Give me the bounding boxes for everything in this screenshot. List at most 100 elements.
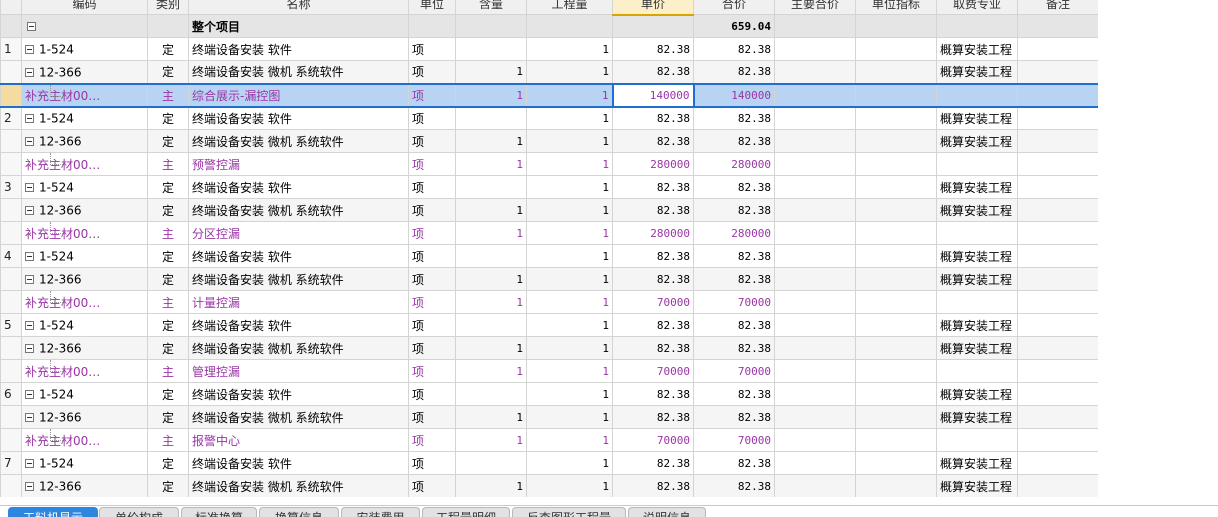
unit-cell[interactable]: 项 [408,451,456,475]
collapse-toggle-icon[interactable] [25,44,34,54]
unit-index-cell[interactable] [855,60,937,84]
remark-cell[interactable] [1017,175,1098,199]
unit-index-cell[interactable] [855,106,937,130]
unit-price-cell[interactable]: 82.38 [612,129,694,153]
table-row[interactable]: 7 1-524 定终端设备安装 软件项 1 82.38 82.38 概算安装工程 [0,451,1098,475]
amount-cell[interactable]: 82.38 [693,106,775,130]
category-cell[interactable]: 定 [147,106,189,130]
quantity-cell[interactable]: 1 [526,451,613,475]
amount-cell[interactable]: 82.38 [693,313,775,337]
unit-price-cell[interactable]: 82.38 [612,405,694,429]
main-amount-cell[interactable] [774,336,856,360]
code-cell[interactable]: 12-366 [21,405,148,429]
quantity-cell[interactable]: 1 [526,37,613,61]
collapse-toggle-icon[interactable] [25,458,34,468]
quantity-cell[interactable]: 1 [526,106,613,130]
remark-cell[interactable] [1017,313,1098,337]
unit-price-cell[interactable]: 70000 [612,359,694,383]
remark-cell[interactable] [1017,290,1098,314]
header-unit-index[interactable]: 单位指标 [855,0,937,15]
unit-cell[interactable]: 项 [408,37,456,61]
fee-specialty-cell[interactable]: 概算安装工程 [936,313,1018,337]
unit-cell[interactable]: 项 [408,474,456,497]
unit-price-cell[interactable]: 82.38 [612,175,694,199]
amount-cell[interactable]: 140000 [693,82,775,108]
collapse-toggle-icon[interactable] [27,22,36,31]
remark-cell[interactable] [1017,336,1098,360]
fee-specialty-cell[interactable]: 概算安装工程 [936,175,1018,199]
main-amount-cell[interactable] [774,82,856,108]
amount-cell[interactable]: 82.38 [693,244,775,268]
amount-cell[interactable]: 659.04 [693,14,775,38]
remark-cell[interactable] [1017,221,1098,245]
unit-index-cell[interactable] [855,244,937,268]
name-cell[interactable]: 终端设备安装 软件 [188,106,409,130]
unit-index-cell[interactable] [855,336,937,360]
content-cell[interactable] [455,244,527,268]
amount-cell[interactable]: 70000 [693,359,775,383]
unit-price-cell[interactable]: 82.38 [612,313,694,337]
unit-cell[interactable]: 项 [408,221,456,245]
category-cell[interactable]: 定 [147,313,189,337]
category-cell[interactable]: 定 [147,267,189,291]
header-category[interactable]: 类别 [147,0,189,15]
quantity-cell[interactable]: 1 [526,290,613,314]
table-row[interactable]: 补充主材00… 主计量控漏项 1 1 70000 70000 [0,290,1098,314]
main-amount-cell[interactable] [774,382,856,406]
unit-cell[interactable]: 项 [408,428,456,452]
quantity-cell[interactable]: 1 [526,267,613,291]
main-amount-cell[interactable] [774,451,856,475]
quantity-cell[interactable]: 1 [526,474,613,497]
category-cell[interactable]: 主 [147,428,189,452]
name-cell[interactable]: 终端设备安装 微机 系统软件 [188,267,409,291]
table-row[interactable]: 12-366 定终端设备安装 微机 系统软件项 1 1 82.38 82.38 概算安装工程 [0,60,1098,84]
table-row[interactable]: 4 1-524 定终端设备安装 软件项 1 82.38 82.38 概算安装工程 [0,244,1098,268]
remark-cell[interactable] [1017,152,1098,176]
name-cell[interactable]: 终端设备安装 微机 系统软件 [188,129,409,153]
fee-specialty-cell[interactable]: 概算安装工程 [936,336,1018,360]
unit-cell[interactable]: 项 [408,382,456,406]
name-cell[interactable]: 终端设备安装 微机 系统软件 [188,336,409,360]
main-amount-cell[interactable] [774,474,856,497]
amount-cell[interactable]: 82.38 [693,129,775,153]
code-cell[interactable]: 12-366 [21,129,148,153]
unit-cell[interactable] [408,14,456,38]
fee-specialty-cell[interactable]: 概算安装工程 [936,106,1018,130]
category-cell[interactable]: 定 [147,336,189,360]
category-cell[interactable]: 定 [147,60,189,84]
unit-cell[interactable]: 项 [408,267,456,291]
unit-index-cell[interactable] [855,382,937,406]
table-row[interactable]: 补充主材00… 主预警控漏项 1 1 280000 280000 [0,152,1098,176]
content-cell[interactable]: 1 [455,428,527,452]
code-cell[interactable]: 12-366 [21,336,148,360]
table-row[interactable]: 12-366 定终端设备安装 微机 系统软件项 1 1 82.38 82.38 概算安装工程 [0,405,1098,429]
table-row[interactable]: 12-366 定终端设备安装 微机 系统软件项 1 1 82.38 82.38 概算安装工程 [0,267,1098,291]
fee-specialty-cell[interactable] [936,152,1018,176]
table-row[interactable]: 补充主材00… 主综合展示-漏控图项 1 1 140000 140000 [0,82,1098,108]
fee-specialty-cell[interactable] [936,428,1018,452]
quantity-cell[interactable]: 1 [526,198,613,222]
name-cell[interactable]: 终端设备安装 软件 [188,37,409,61]
main-amount-cell[interactable] [774,175,856,199]
header-unit-price[interactable]: 单价 [612,0,694,16]
unit-cell[interactable]: 项 [408,405,456,429]
content-cell[interactable]: 1 [455,129,527,153]
unit-index-cell[interactable] [855,82,937,108]
remark-cell[interactable] [1017,106,1098,130]
quantity-cell[interactable]: 1 [526,359,613,383]
category-cell[interactable]: 主 [147,82,189,108]
quantity-cell[interactable]: 1 [526,336,613,360]
code-cell[interactable]: 补充主材00… [21,290,148,314]
name-cell[interactable]: 终端设备安装 微机 系统软件 [188,60,409,84]
collapse-toggle-icon[interactable] [25,320,34,330]
fee-specialty-cell[interactable]: 概算安装工程 [936,451,1018,475]
code-cell[interactable]: 补充主材00… [21,82,148,108]
table-row[interactable]: 12-366 定终端设备安装 微机 系统软件项 1 1 82.38 82.38 概算安装工程 [0,198,1098,222]
collapse-toggle-icon[interactable] [25,114,34,123]
name-cell[interactable]: 终端设备安装 软件 [188,451,409,475]
table-row[interactable]: 2 1-524 定终端设备安装 软件项 1 82.38 82.38 概算安装工程 [0,106,1098,130]
quantity-cell[interactable]: 1 [526,244,613,268]
collapse-toggle-icon[interactable] [25,251,34,261]
unit-price-cell[interactable]: 82.38 [612,382,694,406]
content-cell[interactable]: 1 [455,290,527,314]
